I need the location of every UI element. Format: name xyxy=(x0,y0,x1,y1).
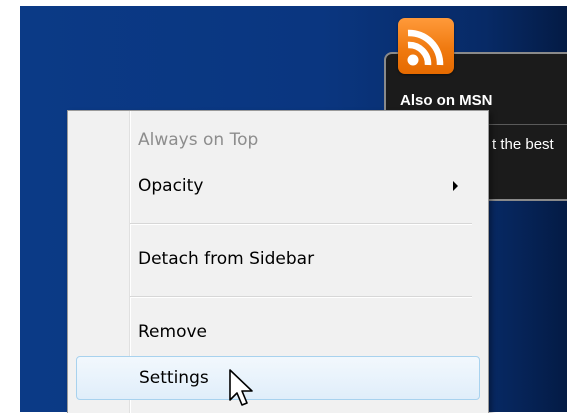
menu-item-label: Remove xyxy=(138,322,207,342)
menu-item-detach-from-sidebar[interactable]: Detach from Sidebar xyxy=(76,242,480,276)
menu-item-label: Detach from Sidebar xyxy=(138,249,315,269)
menu-item-remove[interactable]: Remove xyxy=(76,315,480,349)
menu-separator xyxy=(130,223,472,224)
arrow-pointer-icon xyxy=(229,369,253,406)
rss-feed-icon xyxy=(398,18,454,74)
menu-item-settings[interactable]: Settings xyxy=(76,356,480,400)
menu-item-always-on-top[interactable]: Always on Top xyxy=(76,123,480,157)
menu-item-label: Always on Top xyxy=(138,130,259,150)
menu-item-label: Settings xyxy=(139,368,209,388)
menu-item-opacity[interactable]: Opacity xyxy=(76,169,480,203)
menu-item-label: Opacity xyxy=(138,176,204,196)
menu-separator xyxy=(130,296,472,297)
submenu-arrow-icon xyxy=(453,181,458,191)
gadget-headline[interactable]: t the best xyxy=(492,136,554,153)
context-menu: Always on Top Opacity Detach from Sideba… xyxy=(67,110,489,413)
gadget-title: Also on MSN xyxy=(400,92,493,109)
